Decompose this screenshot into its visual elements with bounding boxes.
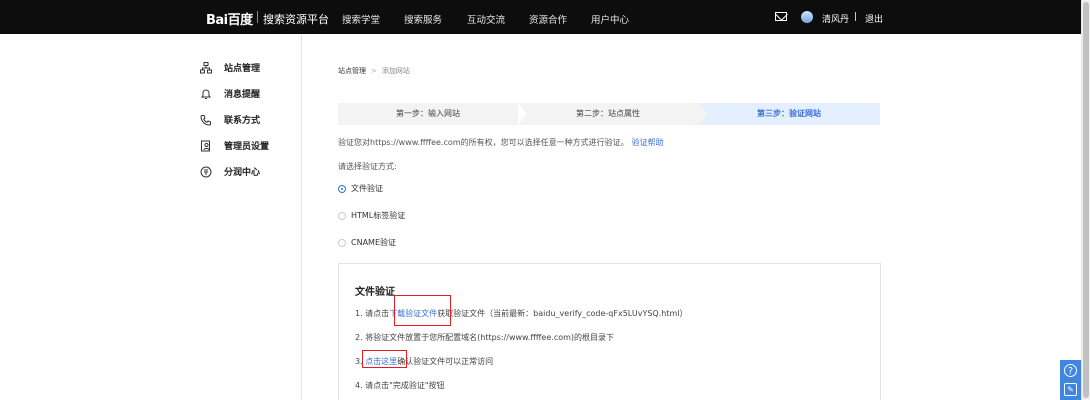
highlight-box bbox=[394, 295, 451, 326]
bell-icon bbox=[200, 88, 212, 100]
nav-search-services[interactable]: 搜索服务 bbox=[404, 12, 442, 26]
method-file[interactable]: 文件验证 bbox=[338, 183, 383, 194]
radio-unselected[interactable] bbox=[338, 211, 346, 220]
sidebar-item-site-management[interactable]: 站点管理 bbox=[200, 61, 260, 74]
radio-selected[interactable] bbox=[338, 184, 346, 193]
nav-resources[interactable]: 资源合作 bbox=[529, 12, 567, 26]
step-3-active: 第三步：验证网站 bbox=[698, 103, 880, 125]
username[interactable]: 清风丹 bbox=[822, 12, 849, 25]
step-2: 第二步：站点属性 bbox=[576, 109, 640, 118]
scrollbar-thumb[interactable] bbox=[1083, 2, 1089, 398]
step-text: 确认验证文件可以正常访问 bbox=[397, 357, 494, 366]
sidebar-divider bbox=[301, 34, 302, 400]
method-label: CNAME验证 bbox=[351, 238, 396, 247]
step-1: 第一步：输入网站 bbox=[396, 109, 460, 118]
radio-unselected[interactable] bbox=[338, 238, 346, 247]
verify-help-link[interactable]: 验证帮助 bbox=[632, 138, 664, 147]
step-3: 第三步：验证网站 bbox=[757, 109, 821, 118]
sidebar-item-label: 管理员设置 bbox=[224, 142, 270, 152]
method-label: 文件验证 bbox=[351, 184, 383, 193]
verify-text: 验证您对https://www.ffffee.com的所有权，您可以选择任意一种… bbox=[338, 138, 629, 147]
file-verify-step-4: 4. 请点击"完成验证"按钮 bbox=[355, 381, 445, 390]
verify-description: 验证您对https://www.ffffee.com的所有权，您可以选择任意一种… bbox=[338, 137, 664, 148]
method-html[interactable]: HTML标签验证 bbox=[338, 210, 405, 221]
sidebar-item-admin-settings[interactable]: 管理员设置 bbox=[200, 139, 269, 152]
sidebar-item-label: 站点管理 bbox=[224, 64, 261, 74]
feedback-icon[interactable]: ✎ bbox=[1064, 383, 1077, 396]
breadcrumb-root[interactable]: 站点管理 bbox=[338, 67, 366, 75]
nav-separator: | bbox=[854, 12, 858, 22]
admin-icon bbox=[200, 140, 212, 152]
breadcrumb-separator: > bbox=[371, 67, 377, 75]
sidebar-item-label: 联系方式 bbox=[224, 116, 261, 126]
top-nav-bar: Bai百度 搜索资源平台 搜索学堂 搜索服务 互动交流 资源合作 用户中心 清风… bbox=[0, 0, 1081, 34]
file-verify-step-2: 2. 将验证文件放置于您所配置域名(https://www.ffffee.com… bbox=[355, 333, 615, 342]
sidebar-item-contact[interactable]: 联系方式 bbox=[200, 113, 260, 126]
file-verify-title: 文件验证 bbox=[355, 287, 395, 298]
breadcrumb-current: 添加网站 bbox=[381, 67, 410, 75]
baidu-logo[interactable]: Bai百度 bbox=[206, 9, 253, 28]
sidebar-item-messages[interactable]: 消息提醒 bbox=[200, 87, 260, 100]
method-cname[interactable]: CNAME验证 bbox=[338, 237, 396, 248]
choose-method-label: 请选择验证方式: bbox=[338, 162, 397, 171]
breadcrumb: 站点管理 > 添加网站 bbox=[338, 66, 410, 76]
nav-search-academy[interactable]: 搜索学堂 bbox=[342, 12, 380, 26]
sidebar-item-label: 分润中心 bbox=[224, 168, 261, 178]
highlight-box bbox=[362, 350, 407, 368]
step-text: 1. 请点击 bbox=[355, 309, 390, 318]
nav-user-center[interactable]: 用户中心 bbox=[591, 12, 629, 26]
help-icon[interactable]: ? bbox=[1064, 364, 1077, 377]
avatar[interactable] bbox=[801, 11, 813, 23]
logo-divider bbox=[257, 11, 258, 23]
mail-icon[interactable] bbox=[775, 12, 787, 21]
nav-interaction[interactable]: 互动交流 bbox=[467, 12, 505, 26]
sidebar-item-profit-center[interactable]: 分润中心 bbox=[200, 165, 260, 178]
platform-title[interactable]: 搜索资源平台 bbox=[263, 11, 329, 27]
method-label: HTML标签验证 bbox=[351, 211, 406, 220]
sidebar-item-label: 消息提醒 bbox=[224, 90, 261, 100]
logout-link[interactable]: 退出 bbox=[865, 12, 883, 25]
floating-toolbar: ? ✎ bbox=[1060, 360, 1081, 400]
logo-text: Bai百度 bbox=[206, 13, 253, 28]
phone-icon bbox=[200, 114, 212, 126]
coin-icon bbox=[200, 166, 212, 178]
vertical-scrollbar[interactable] bbox=[1081, 0, 1090, 400]
sitemap-icon bbox=[200, 61, 212, 74]
step-text: 获取验证文件（当前最新：baidu_verify_code-qFx5LUvYSQ… bbox=[437, 309, 688, 318]
